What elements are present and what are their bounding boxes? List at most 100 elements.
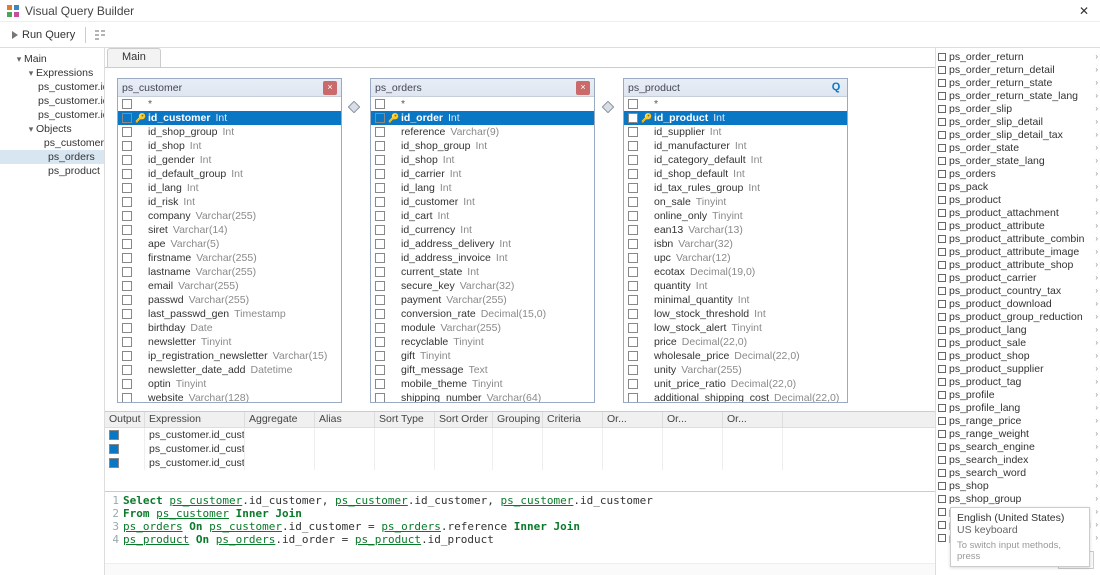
field-checkbox[interactable]: [122, 267, 132, 277]
sql-line[interactable]: 3 ps_orders On ps_customer.id_customer =…: [109, 520, 931, 533]
right-schema-tree[interactable]: ps_order_return›ps_order_return_detail›p…: [935, 48, 1100, 575]
expand-icon[interactable]: [938, 222, 946, 230]
schema-tree-item[interactable]: ps_product_attachment›: [936, 206, 1100, 219]
grid-cell[interactable]: [375, 456, 435, 470]
grid-row[interactable]: ps_customer.id_cust: [105, 456, 935, 470]
table-header[interactable]: ps_customer×: [118, 79, 341, 97]
field-checkbox[interactable]: [628, 323, 638, 333]
schema-tree-item[interactable]: ps_product_download›: [936, 297, 1100, 310]
field-checkbox[interactable]: [628, 127, 638, 137]
field-row[interactable]: minimal_quantityInt: [624, 293, 847, 307]
grid-row[interactable]: ps_customer.id_cust: [105, 428, 935, 442]
field-checkbox[interactable]: [375, 267, 385, 277]
schema-tree-item[interactable]: ps_order_state_lang›: [936, 154, 1100, 167]
field-checkbox[interactable]: [628, 351, 638, 361]
field-row[interactable]: giftTinyint: [371, 349, 594, 363]
expand-icon[interactable]: [938, 300, 946, 308]
schema-tree-item[interactable]: ps_range_price›: [936, 414, 1100, 427]
grid-cell[interactable]: [543, 442, 603, 456]
field-row[interactable]: paymentVarchar(255): [371, 293, 594, 307]
field-row[interactable]: id_currencyInt: [371, 223, 594, 237]
schema-tree-item[interactable]: ps_product_country_tax›: [936, 284, 1100, 297]
grid-cell[interactable]: [603, 456, 663, 470]
expand-icon[interactable]: [938, 404, 946, 412]
grid-cell[interactable]: [603, 428, 663, 442]
schema-tree-item[interactable]: ps_orders›: [936, 167, 1100, 180]
tree-objects[interactable]: ▾Objects: [0, 122, 104, 136]
grid-cell[interactable]: ps_customer.id_cust: [145, 456, 245, 470]
grid-cell[interactable]: [603, 442, 663, 456]
grid-cell[interactable]: [245, 442, 315, 456]
grid-col-header[interactable]: Or...: [663, 412, 723, 427]
field-checkbox[interactable]: [122, 281, 132, 291]
field-row[interactable]: id_address_invoiceInt: [371, 251, 594, 265]
grid-col-header[interactable]: Aggregate: [245, 412, 315, 427]
expand-icon[interactable]: [938, 339, 946, 347]
field-checkbox[interactable]: [122, 225, 132, 235]
field-row[interactable]: id_carrierInt: [371, 167, 594, 181]
field-row[interactable]: optinTinyint: [118, 377, 341, 391]
field-row[interactable]: websiteVarchar(128): [118, 391, 341, 402]
join-diamond[interactable]: [341, 100, 367, 114]
schema-tree-item[interactable]: ps_product_carrier›: [936, 271, 1100, 284]
grid-cell[interactable]: [723, 428, 783, 442]
field-checkbox[interactable]: [375, 197, 385, 207]
field-row[interactable]: id_address_deliveryInt: [371, 237, 594, 251]
expand-icon[interactable]: [938, 248, 946, 256]
field-row[interactable]: 🔑id_customerInt: [118, 111, 341, 125]
tree-toggle-button[interactable]: [92, 27, 108, 43]
field-checkbox[interactable]: [628, 309, 638, 319]
close-icon[interactable]: ×: [323, 81, 337, 95]
table-field-list[interactable]: *🔑id_customerIntid_shop_groupIntid_shopI…: [118, 97, 341, 402]
grid-cell[interactable]: ps_customer.id_cust: [145, 442, 245, 456]
grid-cell[interactable]: [105, 456, 145, 470]
expand-icon[interactable]: [938, 534, 946, 542]
schema-tree-item[interactable]: ps_order_return_detail›: [936, 63, 1100, 76]
field-row[interactable]: ean13Varchar(13): [624, 223, 847, 237]
field-checkbox[interactable]: [122, 127, 132, 137]
expand-icon[interactable]: [938, 196, 946, 204]
field-row[interactable]: id_shopInt: [118, 139, 341, 153]
join-diamond[interactable]: [595, 100, 621, 114]
tree-expression-item[interactable]: ps_customer.id_: [0, 94, 104, 108]
close-icon[interactable]: ×: [576, 81, 590, 95]
grid-cell[interactable]: [105, 442, 145, 456]
table-ps_orders[interactable]: ps_orders×*🔑id_orderIntreferenceVarchar(…: [370, 78, 595, 403]
field-row[interactable]: additional_shipping_costDecimal(22,0): [624, 391, 847, 402]
grid-col-header[interactable]: Sort Order: [435, 412, 493, 427]
field-row[interactable]: upcVarchar(12): [624, 251, 847, 265]
field-checkbox[interactable]: [375, 393, 385, 402]
expand-icon[interactable]: [938, 521, 946, 529]
expand-icon[interactable]: [938, 391, 946, 399]
expand-icon[interactable]: [938, 209, 946, 217]
field-row[interactable]: id_customerInt: [371, 195, 594, 209]
field-row[interactable]: low_stock_thresholdInt: [624, 307, 847, 321]
field-checkbox[interactable]: [375, 141, 385, 151]
expand-icon[interactable]: [938, 92, 946, 100]
field-row[interactable]: unit_price_ratioDecimal(22,0): [624, 377, 847, 391]
field-checkbox[interactable]: [628, 295, 638, 305]
field-row[interactable]: gift_messageText: [371, 363, 594, 377]
output-checkbox[interactable]: [109, 444, 119, 454]
grid-cell[interactable]: [245, 428, 315, 442]
field-checkbox[interactable]: [628, 197, 638, 207]
field-checkbox[interactable]: [628, 239, 638, 249]
field-row[interactable]: passwdVarchar(255): [118, 293, 341, 307]
table-header[interactable]: ps_orders×: [371, 79, 594, 97]
field-checkbox[interactable]: [375, 239, 385, 249]
schema-tree-item[interactable]: ps_product_attribute_shop›: [936, 258, 1100, 271]
field-row[interactable]: id_shop_groupInt: [118, 125, 341, 139]
field-checkbox[interactable]: [375, 337, 385, 347]
expand-icon[interactable]: [938, 170, 946, 178]
field-row[interactable]: unityVarchar(255): [624, 363, 847, 377]
field-row[interactable]: id_category_defaultInt: [624, 153, 847, 167]
field-checkbox[interactable]: [375, 211, 385, 221]
field-row[interactable]: emailVarchar(255): [118, 279, 341, 293]
field-row[interactable]: id_langInt: [371, 181, 594, 195]
schema-tree-item[interactable]: ps_order_return_state›: [936, 76, 1100, 89]
field-checkbox[interactable]: [122, 169, 132, 179]
expand-icon[interactable]: [938, 287, 946, 295]
field-checkbox[interactable]: [628, 225, 638, 235]
table-field-list[interactable]: *🔑id_productIntid_supplierIntid_manufact…: [624, 97, 847, 402]
field-row[interactable]: id_riskInt: [118, 195, 341, 209]
